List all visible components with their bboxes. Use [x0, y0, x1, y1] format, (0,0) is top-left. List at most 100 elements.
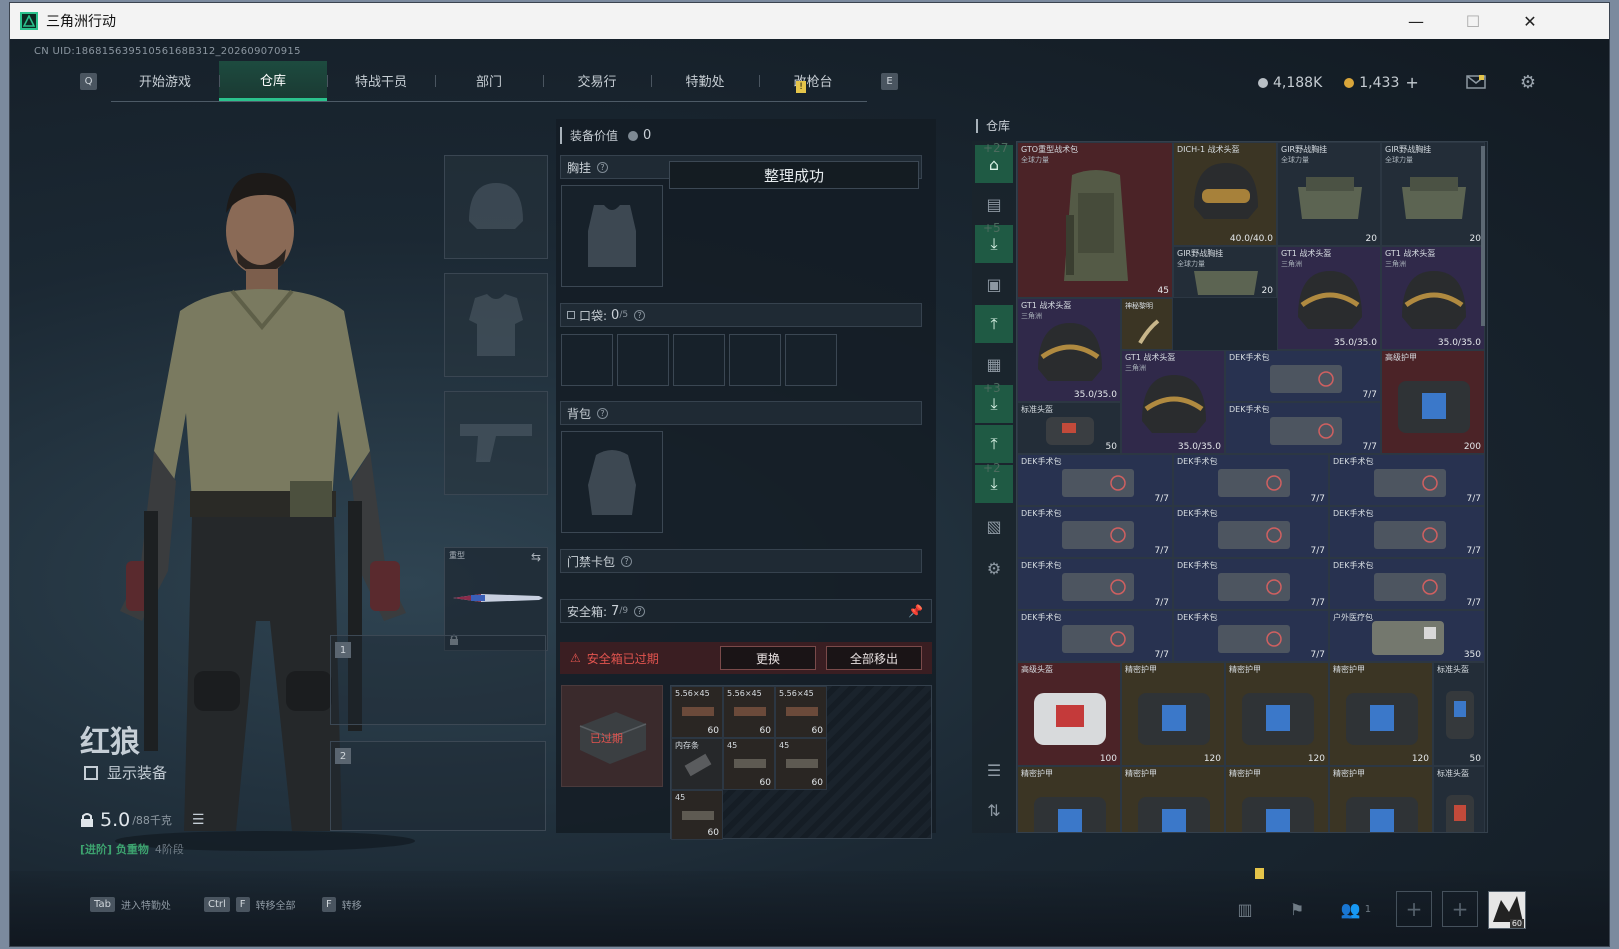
warehouse-item[interactable]: DEK手术包 7/7 [1017, 506, 1173, 558]
warehouse-item[interactable]: 精密护甲 [1121, 766, 1225, 832]
pocket-slot[interactable] [785, 334, 837, 386]
tab-warehouse[interactable]: 仓库 [219, 60, 327, 101]
mail-icon[interactable] [1464, 71, 1488, 93]
ammo-item[interactable]: 45 60 [671, 790, 723, 840]
warehouse-item[interactable]: 精密护甲 [1329, 766, 1433, 832]
warehouse-tab-all[interactable]: +27 ⌂ [975, 141, 1013, 183]
invite-slot[interactable]: + [1442, 891, 1478, 927]
ammo-item[interactable]: 5.56×45 60 [775, 686, 827, 738]
warehouse-item[interactable]: 精密护甲 [1017, 766, 1121, 832]
show-equipment-checkbox[interactable] [84, 765, 98, 780]
close-button[interactable]: ✕ [1507, 3, 1553, 39]
tab-start-game[interactable]: 开始游戏 [111, 61, 219, 101]
help-icon[interactable]: ? [597, 161, 609, 173]
warehouse-item[interactable]: DEK手术包 7/7 [1017, 610, 1173, 662]
ammo-item[interactable]: 45 60 [723, 738, 775, 790]
weight-details-icon[interactable]: ☰ [192, 812, 205, 828]
help-icon[interactable]: ? [634, 605, 646, 617]
warehouse-item[interactable]: DEK手术包 7/7 [1173, 506, 1329, 558]
pocket-slot[interactable] [673, 334, 725, 386]
nav-key-left[interactable]: Q [80, 72, 97, 90]
player-avatar[interactable]: 60 [1488, 891, 1526, 929]
warehouse-item[interactable]: 精密护甲 120 [1121, 662, 1225, 766]
stats-chart-icon[interactable]: ▥ [1232, 897, 1258, 921]
settings-gear-icon[interactable]: ⚙ [1516, 71, 1540, 93]
warehouse-item[interactable]: DEK手术包 7/7 [1225, 402, 1381, 454]
warehouse-item[interactable]: 高级护甲 200 [1381, 350, 1485, 454]
warehouse-item[interactable]: GIR野战胸挂 全球力量 20 [1277, 142, 1381, 246]
pocket-slot[interactable] [617, 334, 669, 386]
upload-icon[interactable]: ⤒ [975, 305, 1013, 343]
warehouse-item[interactable]: GT1 战术头盔 三角洲 35.0/35.0 [1277, 246, 1381, 350]
warehouse-item[interactable]: GTO重型战术包 全球力量 45 [1017, 142, 1173, 298]
squad-icon[interactable]: 👥 1 [1336, 897, 1376, 921]
warehouse-item[interactable]: 标准头盔 50 [1433, 662, 1485, 766]
warehouse-item[interactable]: DEK手术包 7/7 [1173, 610, 1329, 662]
warehouse-tab-icon[interactable]: ▧ [975, 507, 1013, 545]
help-icon[interactable]: ? [621, 555, 633, 567]
warehouse-item[interactable]: 户外医疗包 350 [1329, 610, 1485, 662]
primary-weapon-slot[interactable]: 1 [330, 635, 546, 725]
pistol-slot[interactable] [444, 391, 548, 495]
minimize-button[interactable]: — [1393, 3, 1439, 39]
warehouse-item[interactable]: 精密护甲 120 [1225, 662, 1329, 766]
warehouse-item[interactable]: 标准头盔 [1433, 766, 1485, 832]
warehouse-item[interactable]: DEK手术包 7/7 [1225, 350, 1381, 402]
warehouse-item[interactable]: 高级头盔 100 [1017, 662, 1121, 766]
hint-transfer[interactable]: F 转移 [322, 897, 362, 912]
warehouse-item[interactable]: DEK手术包 7/7 [1017, 454, 1173, 506]
warehouse-item[interactable]: DEK手术包 7/7 [1017, 558, 1173, 610]
tab-trading[interactable]: 交易行 [543, 61, 651, 101]
warehouse-item[interactable]: DEK手术包 7/7 [1173, 558, 1329, 610]
help-icon[interactable]: ? [634, 309, 646, 321]
warehouse-tab-icon[interactable]: ▣ [975, 265, 1013, 303]
ammo-item[interactable]: 5.56×45 60 [671, 686, 723, 738]
sort-icon[interactable]: ⇅ [975, 791, 1013, 829]
warehouse-item[interactable]: 标准头盔 50 [1017, 402, 1121, 454]
pocket-slot[interactable] [729, 334, 781, 386]
pocket-slot[interactable] [561, 334, 613, 386]
warehouse-item[interactable]: GT1 战术头盔 三角洲 35.0/35.0 [1017, 298, 1121, 402]
invite-slot[interactable]: + [1396, 891, 1432, 927]
warehouse-item[interactable]: DICH-1 战术头盔 40.0/40.0 [1173, 142, 1277, 246]
warehouse-item[interactable]: 精密护甲 [1225, 766, 1329, 832]
chest-rig-slot[interactable] [561, 185, 663, 287]
ammo-item[interactable]: 45 60 [775, 738, 827, 790]
warehouse-item[interactable]: GIR野战胸挂 全球力量 20 [1173, 246, 1277, 298]
nav-key-right[interactable]: E [881, 72, 898, 90]
tab-gunsmith[interactable]: 改枪台 [759, 61, 867, 101]
maximize-button[interactable]: ☐ [1450, 3, 1496, 39]
ammo-item[interactable]: 5.56×45 60 [723, 686, 775, 738]
body-armor-slot[interactable] [444, 273, 548, 377]
add-currency-button[interactable]: + [1405, 73, 1418, 92]
tab-department[interactable]: 部门 [435, 61, 543, 101]
warehouse-item[interactable]: DEK手术包 7/7 [1329, 506, 1485, 558]
warehouse-tab-icon[interactable]: ▦ [975, 345, 1013, 383]
memory-item[interactable]: 内存条 [671, 738, 723, 790]
move-all-button[interactable]: 全部移出 [826, 646, 922, 670]
warehouse-item[interactable]: GT1 战术头盔 三角洲 35.0/35.0 [1381, 246, 1485, 350]
warehouse-item[interactable]: GIR野战胸挂 全球力量 20 [1381, 142, 1485, 246]
pin-icon[interactable]: 📌 [908, 604, 923, 618]
secondary-weapon-slot[interactable]: 2 [330, 741, 546, 831]
warehouse-item[interactable]: DEK手术包 7/7 [1173, 454, 1329, 506]
swap-icon[interactable]: ⇆ [531, 550, 541, 564]
safebox-item[interactable]: 已过期 [561, 685, 663, 787]
help-icon[interactable]: ? [597, 407, 609, 419]
helmet-slot[interactable] [444, 155, 548, 259]
warehouse-scrollbar[interactable] [1481, 146, 1485, 326]
warehouse-item[interactable]: DEK手术包 7/7 [1329, 454, 1485, 506]
tab-operators[interactable]: 特战干员 [327, 61, 435, 101]
backpack-slot[interactable] [561, 431, 663, 533]
hint-special-ops[interactable]: Tab 进入特勤处 [90, 897, 171, 912]
warehouse-item[interactable]: DEK手术包 7/7 [1329, 558, 1485, 610]
warehouse-item[interactable]: GT1 战术头盔 三角洲 35.0/35.0 [1121, 350, 1225, 454]
upload-icon[interactable]: ⤒ [975, 425, 1013, 463]
warehouse-settings-icon[interactable]: ⚙ [975, 549, 1013, 587]
flag-icon[interactable]: ⚑ [1284, 897, 1310, 921]
hint-transfer-all[interactable]: Ctrl F 转移全部 [204, 897, 296, 912]
layers-icon[interactable]: ☰ [975, 751, 1013, 789]
warehouse-tab-expand[interactable]: +2 ⤓ [975, 461, 1013, 503]
warehouse-item[interactable]: 精密护甲 120 [1329, 662, 1433, 766]
warehouse-tab-expand[interactable]: +5 ⤓ [975, 221, 1013, 263]
